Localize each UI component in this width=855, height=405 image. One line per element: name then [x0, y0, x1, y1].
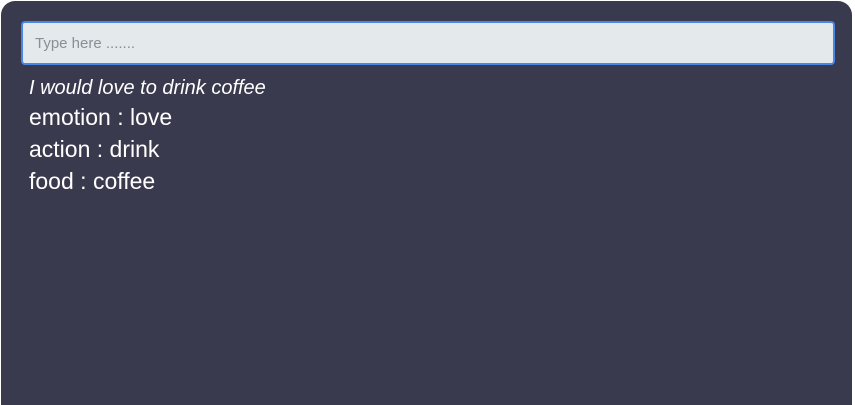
tag-separator: :	[90, 136, 110, 162]
tag-label: food	[29, 168, 74, 194]
tag-separator: :	[73, 168, 93, 194]
result-area: I would love to drink coffee emotion : l…	[29, 75, 819, 197]
extracted-tags-list: emotion : love action : drink food : cof…	[29, 101, 819, 197]
tag-separator: :	[110, 104, 130, 130]
tag-value: love	[130, 104, 173, 130]
tag-item: emotion : love	[29, 101, 819, 133]
tag-item: food : coffee	[29, 165, 819, 197]
main-panel: I would love to drink coffee emotion : l…	[1, 1, 852, 405]
tag-item: action : drink	[29, 133, 819, 165]
tag-value: coffee	[92, 168, 156, 194]
search-input[interactable]	[21, 21, 835, 65]
tag-value: drink	[109, 136, 160, 162]
entered-sentence: I would love to drink coffee	[29, 77, 266, 99]
tag-label: emotion	[29, 104, 111, 130]
search-wrapper	[21, 21, 835, 65]
tag-label: action	[29, 136, 91, 162]
